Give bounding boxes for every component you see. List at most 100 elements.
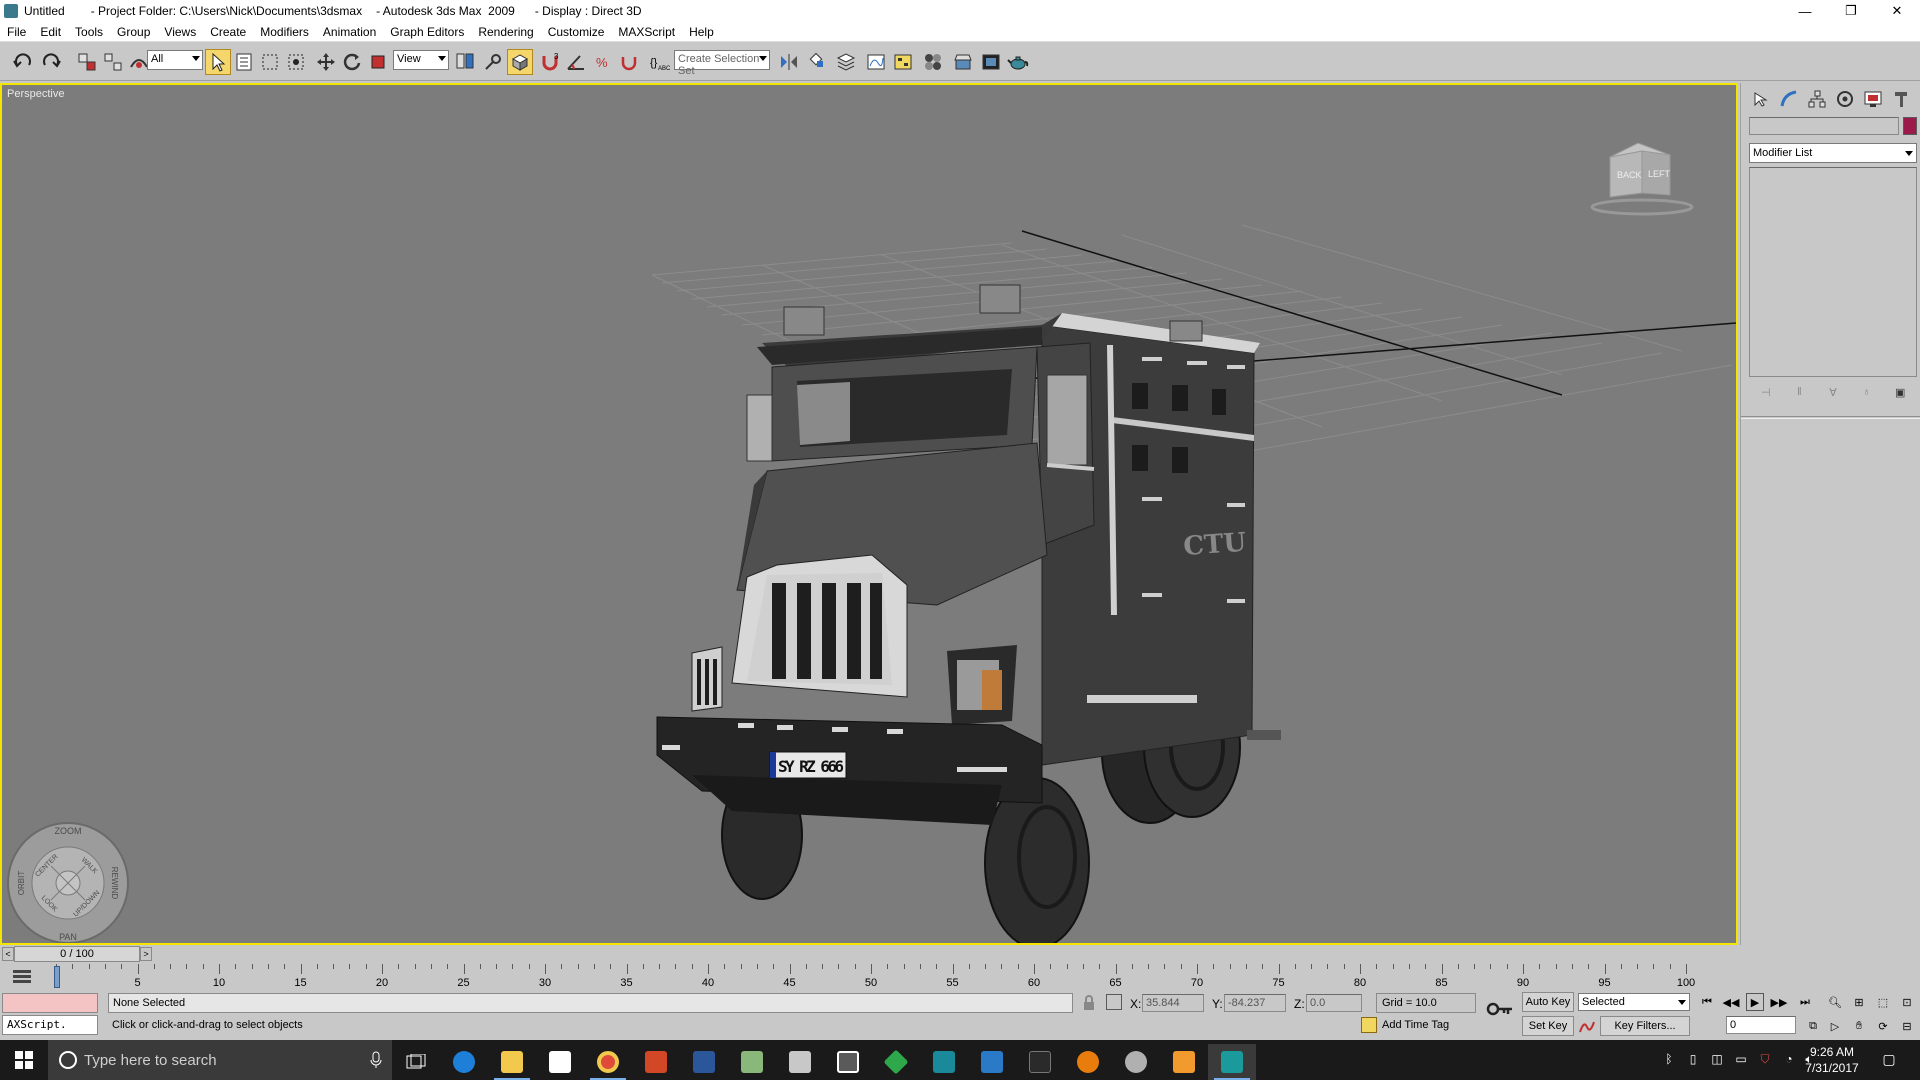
rendered-frame-window-button[interactable]	[978, 49, 1004, 75]
time-slider-next[interactable]: >	[140, 947, 152, 961]
track-bar-menu-icon[interactable]	[12, 969, 32, 985]
zoom-extents-all-button[interactable]: ⊡	[1898, 993, 1916, 1011]
object-color-swatch[interactable]	[1903, 117, 1917, 135]
edge-taskbar-button[interactable]	[440, 1044, 488, 1080]
drive-icon[interactable]: ◫	[1708, 1052, 1726, 1068]
go-to-start-button[interactable]: ⏮	[1698, 993, 1716, 1011]
menu-views[interactable]: Views	[157, 25, 203, 39]
start-button[interactable]	[0, 1040, 48, 1080]
set-key-button[interactable]: Set Key	[1522, 1016, 1574, 1036]
menu-tools[interactable]: Tools	[68, 25, 110, 39]
object-name-field[interactable]	[1749, 117, 1899, 135]
remove-modifier-icon[interactable]: ♁	[1858, 386, 1876, 402]
rectangular-selection-button[interactable]	[257, 49, 283, 75]
absolute-mode-toggle[interactable]	[1106, 994, 1122, 1010]
add-time-tag-button[interactable]: Add Time Tag	[1358, 1015, 1476, 1035]
menu-graph-editors[interactable]: Graph Editors	[383, 25, 471, 39]
time-slider[interactable]: < 0 / 100 >	[0, 945, 1740, 963]
key-mode-dropdown[interactable]: Selected	[1578, 993, 1690, 1011]
mirror-button[interactable]	[776, 49, 802, 75]
close-button[interactable]: ✕	[1874, 0, 1920, 22]
z-coord-field[interactable]: 0.0	[1306, 994, 1362, 1012]
layer-manager-button[interactable]	[833, 49, 859, 75]
system-clock[interactable]: 9:26 AM 7/31/2017	[1792, 1044, 1872, 1076]
frame-ruler[interactable]: 5 10 15 20 25 30 35 40 45 50 55 60 65 70 75 80 85 90 95 100	[56, 964, 1695, 990]
utilities-tab[interactable]	[1889, 87, 1913, 111]
time-slider-prev[interactable]: <	[2, 947, 14, 961]
redo-button[interactable]	[38, 49, 64, 75]
reference-coordinate-dropdown[interactable]: View	[393, 50, 449, 70]
snaps-toggle-button[interactable]: 3	[537, 49, 563, 75]
align-button[interactable]	[803, 49, 829, 75]
minimize-button[interactable]: —	[1782, 0, 1828, 22]
antivirus-icon[interactable]: ⛉	[1756, 1052, 1774, 1068]
unlink-selection-button[interactable]	[100, 49, 126, 75]
taskbar-search[interactable]: Type here to search	[48, 1040, 392, 1080]
zoom-button[interactable]: 🔍︎	[1826, 993, 1844, 1011]
selection-lock-icon[interactable]	[1082, 995, 1096, 1011]
current-frame-field[interactable]: 0	[1726, 1016, 1796, 1034]
pin-stack-icon[interactable]: ⊣	[1757, 386, 1775, 402]
keyboard-shortcut-override-button[interactable]	[507, 49, 533, 75]
display-tab[interactable]	[1861, 87, 1885, 111]
navigation-wheel[interactable]: ZOOM PAN ORBIT REWIND CENTER WALK LOOK U…	[6, 821, 130, 945]
time-configuration-button[interactable]: ⧉	[1804, 1017, 1822, 1035]
undo-button[interactable]	[10, 49, 36, 75]
chrome-taskbar-button[interactable]	[584, 1044, 632, 1080]
key-curve-icon[interactable]	[1578, 1018, 1596, 1036]
zoom-all-button[interactable]: ⊞	[1850, 993, 1868, 1011]
task-view-button[interactable]	[392, 1044, 440, 1080]
perspective-viewport[interactable]: Perspective BACK LEFT CTU SY RZ 666 ZOOM…	[0, 83, 1738, 945]
create-tab[interactable]	[1749, 87, 1773, 111]
angle-snap-button[interactable]	[563, 49, 589, 75]
microphone-icon[interactable]	[370, 1051, 382, 1069]
show-end-result-icon[interactable]: ‖	[1790, 386, 1808, 402]
select-and-move-button[interactable]	[313, 49, 339, 75]
3dsmax-taskbar-button[interactable]	[1208, 1044, 1256, 1080]
play-button[interactable]: ▶	[1746, 993, 1764, 1011]
modifier-list-dropdown[interactable]: Modifier List	[1749, 143, 1917, 163]
select-object-button[interactable]	[205, 49, 231, 75]
media-taskbar-button[interactable]	[1160, 1044, 1208, 1080]
next-frame-button[interactable]: ▶▶	[1770, 993, 1788, 1011]
key-filters-button[interactable]: Key Filters...	[1600, 1016, 1690, 1036]
orbit-button[interactable]: ⟳	[1874, 1017, 1892, 1035]
selection-filter-dropdown[interactable]: All	[147, 50, 203, 70]
select-and-rotate-button[interactable]	[339, 49, 365, 75]
menu-animation[interactable]: Animation	[316, 25, 383, 39]
app-taskbar-button-3[interactable]	[824, 1044, 872, 1080]
menu-file[interactable]: File	[0, 25, 33, 39]
pivot-center-button[interactable]	[452, 49, 478, 75]
configure-modifier-sets-icon[interactable]: ▣	[1891, 386, 1909, 402]
app-taskbar-button-7[interactable]	[1016, 1044, 1064, 1080]
notifications-icon[interactable]: ▢	[1880, 1051, 1898, 1067]
curve-editor-button[interactable]	[863, 49, 889, 75]
file-explorer-taskbar-button[interactable]	[488, 1044, 536, 1080]
menu-modifiers[interactable]: Modifiers	[253, 25, 316, 39]
menu-customize[interactable]: Customize	[541, 25, 612, 39]
powerpoint-taskbar-button[interactable]	[632, 1044, 680, 1080]
app-taskbar-button-8[interactable]	[1112, 1044, 1160, 1080]
menu-rendering[interactable]: Rendering	[471, 25, 540, 39]
store-taskbar-button[interactable]	[536, 1044, 584, 1080]
bluetooth-icon[interactable]: ᛒ	[1660, 1052, 1678, 1068]
previous-frame-button[interactable]: ◀◀	[1722, 993, 1740, 1011]
select-and-manipulate-button[interactable]	[480, 49, 506, 75]
current-frame-marker[interactable]	[54, 966, 60, 988]
app-taskbar-button-1[interactable]	[728, 1044, 776, 1080]
field-of-view-button[interactable]: ▷	[1826, 1017, 1844, 1035]
edit-named-selection-button[interactable]: {} ABC	[646, 49, 672, 75]
named-selection-sets-dropdown[interactable]: Create Selection Set	[674, 50, 770, 77]
menu-group[interactable]: Group	[110, 25, 157, 39]
menu-maxscript[interactable]: MAXScript	[611, 25, 682, 39]
time-slider-thumb[interactable]: 0 / 100	[14, 946, 140, 962]
x-coord-field[interactable]: 35.844	[1142, 994, 1204, 1012]
y-coord-field[interactable]: -84.237	[1224, 994, 1286, 1012]
percent-snap-button[interactable]: %	[590, 49, 616, 75]
select-and-link-button[interactable]	[74, 49, 100, 75]
schematic-view-button[interactable]	[890, 49, 916, 75]
auto-key-button[interactable]: Auto Key	[1522, 992, 1574, 1012]
zoom-extents-button[interactable]: ⬚	[1874, 993, 1892, 1011]
maxscript-listener-output[interactable]	[2, 993, 98, 1013]
menu-edit[interactable]: Edit	[33, 25, 68, 39]
